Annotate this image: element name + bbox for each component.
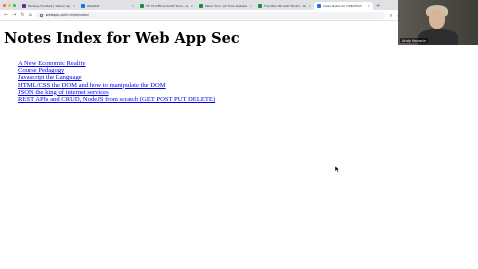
tab-close-icon[interactable]: × <box>131 4 134 8</box>
tab-favicon-icon <box>140 4 144 8</box>
list-item: REST APIs and CRUD, NodeJS from scratch … <box>18 92 240 103</box>
browser-tab[interactable]: The Man Wo SAP Studio - Go × <box>255 2 314 10</box>
list-item: HTML/CSS the DOM and how to manipulate t… <box>18 78 240 89</box>
tab-favicon-icon <box>317 4 321 8</box>
tab-close-icon[interactable]: × <box>72 4 75 8</box>
forward-arrow-icon[interactable]: → <box>12 12 16 18</box>
close-window-button[interactable] <box>3 4 6 7</box>
tab-title: Class Notes for CREATSAT <box>323 4 362 8</box>
maximize-window-button[interactable] <box>13 4 16 7</box>
back-arrow-icon[interactable]: ← <box>4 12 8 18</box>
tab-close-icon[interactable]: × <box>249 4 252 8</box>
list-item: Javascript the Language <box>18 70 240 81</box>
zoom-icon[interactable]: ⚲ <box>389 13 392 18</box>
minimize-window-button[interactable] <box>8 4 11 7</box>
lock-icon <box>39 13 43 17</box>
browser-tab[interactable]: Taken Tour: All Time Database × <box>196 2 255 10</box>
tab-title: The Man Wo SAP Studio - Go <box>264 4 307 8</box>
tab-title: Webstat <box>87 4 100 8</box>
notes-link-rest-apis[interactable]: REST APIs and CRUD, NodeJS from scratch … <box>18 96 215 103</box>
browser-tab[interactable]: TT: Hi Official SVGF Docs - Go × <box>137 2 196 10</box>
browser-tab[interactable]: Webstat × <box>78 2 137 10</box>
tab-favicon-icon <box>199 4 203 8</box>
reload-icon[interactable]: ↻ <box>20 12 24 18</box>
mouse-cursor-icon <box>335 166 340 173</box>
presenter-name-label: Andy Novocin <box>400 38 429 43</box>
tab-favicon-icon <box>22 4 26 8</box>
tab-list: Fantasy Football | Yahoo! Sp × Webstat × TT:… <box>19 2 373 10</box>
presenter-face <box>429 9 445 29</box>
tab-close-icon[interactable]: × <box>190 4 193 8</box>
tab-favicon-icon <box>258 4 262 8</box>
tab-favicon-icon <box>81 4 85 8</box>
home-icon[interactable]: ⌂ <box>29 12 32 18</box>
new-tab-icon[interactable]: + <box>373 3 383 10</box>
tab-title: Taken Tour: All Time Database <box>205 4 248 8</box>
list-item: Course Pedagogy <box>18 63 240 74</box>
webcam-video-overlay: Andy Novocin <box>398 0 478 45</box>
page-title: Notes Index for Web App Sec <box>4 30 240 47</box>
address-bar[interactable]: webapp.pmf.ninja/notes/ <box>35 11 386 19</box>
browser-toolbar: ← → ↻ ⌂ webapp.pmf.ninja/notes/ ⚲ ☆ <box>0 10 400 21</box>
tab-title: Fantasy Football | Yahoo! Sp <box>28 4 71 8</box>
list-item: A New Economic Reality <box>18 56 240 67</box>
browser-tab[interactable]: Class Notes for CREATSAT × <box>314 2 373 10</box>
browser-tab[interactable]: Fantasy Football | Yahoo! Sp × <box>19 2 78 10</box>
notes-link-list: A New Economic Reality Course Pedagogy J… <box>4 56 240 103</box>
tab-close-icon[interactable]: × <box>367 4 370 8</box>
tab-title: TT: Hi Official SVGF Docs - Go <box>146 4 189 8</box>
page-content: Notes Index for Web App Sec A New Econom… <box>4 22 240 103</box>
tab-close-icon[interactable]: × <box>308 4 311 8</box>
address-bar-url: webapp.pmf.ninja/notes/ <box>45 13 90 17</box>
